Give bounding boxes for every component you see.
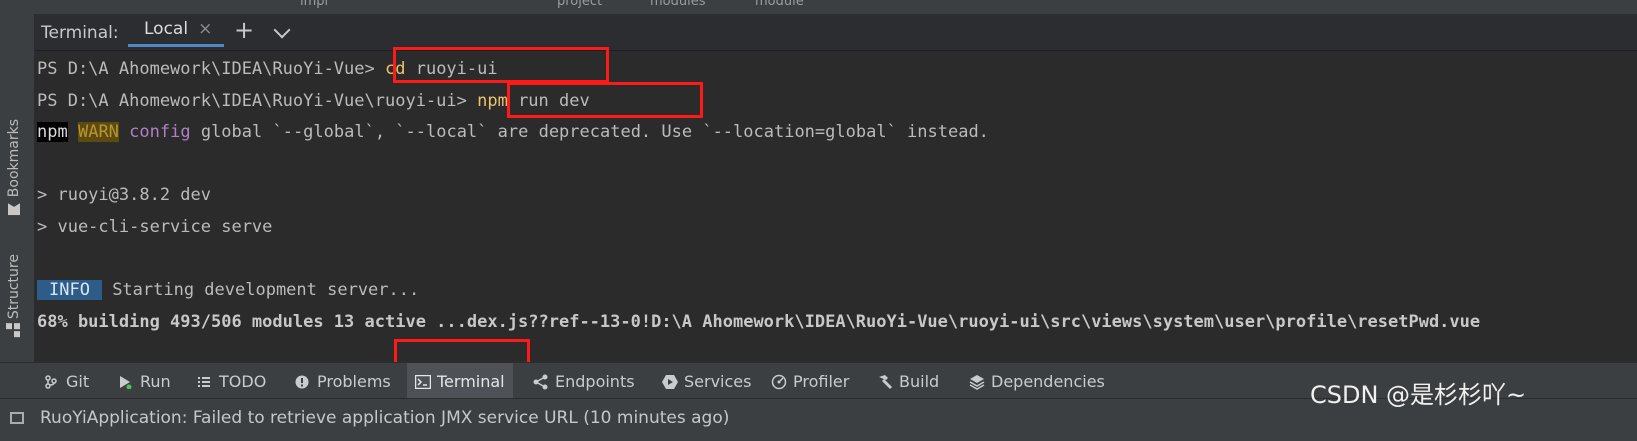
warning-message: global `--global`, `--local` are depreca… [190,122,989,142]
breadcrumb-project[interactable]: project [557,0,602,9]
tab-local[interactable]: Local × [128,14,224,47]
tool-problems-label: Problems [317,371,391,391]
tool-run-label: Run [140,371,171,391]
bookmarks-tab[interactable]: Bookmarks [6,119,22,215]
info-message: Starting development server... [101,280,420,300]
tool-todo-button[interactable]: TODO [197,363,266,399]
prompt-text: PS D:\A Ahomework\IDEA\RuoYi-Vue> [37,59,385,79]
npm-label: npm [37,122,68,142]
status-message[interactable]: RuoYiApplication: Failed to retrieve app… [40,408,729,428]
breadcrumb-impl[interactable]: impl [300,0,328,9]
tool-problems-button[interactable]: Problems [295,363,391,399]
terminal-icon [414,374,432,390]
tool-terminal-button[interactable]: Terminal [407,363,513,399]
terminal-output[interactable]: PS D:\A Ahomework\IDEA\RuoYi-Vue> cd ruo… [35,51,1637,361]
tool-dependencies-label: Dependencies [991,371,1105,391]
editor-breadcrumb-strip: impl project modules module [0,0,1637,14]
tool-run-button[interactable]: Run [118,363,171,399]
terminal-line: PS D:\A Ahomework\IDEA\RuoYi-Vue> cd ruo… [37,57,498,81]
bookmarks-label: Bookmarks [6,119,22,198]
csdn-watermark: CSDN @是杉杉吖~ [1310,381,1527,409]
tool-services-label: Services [684,371,752,391]
dependencies-icon [969,374,985,390]
tool-git-label: Git [66,371,90,391]
run-icon [118,374,132,390]
structure-icon [6,323,20,338]
profiler-icon [771,374,787,390]
close-tab-icon[interactable]: × [198,20,212,38]
left-tool-strip: Bookmarks Structure [0,14,35,408]
tool-build-label: Build [899,371,940,391]
terminal-line: PS D:\A Ahomework\IDEA\RuoYi-Vue\ruoyi-u… [37,89,590,113]
build-progress-line: 68% building 493/506 modules 13 active .… [37,312,1481,332]
tool-profiler-button[interactable]: Profiler [771,363,849,399]
todo-list-icon [197,374,211,388]
problems-icon [295,374,309,389]
command-text: npm [477,91,508,111]
tool-git-button[interactable]: Git [44,363,89,399]
command-arg-text: run dev [507,91,590,111]
terminal-title: Terminal: [41,23,119,43]
tool-endpoints-button[interactable]: Endpoints [533,363,635,399]
terminal-line: npm WARN config global `--global`, `--lo… [37,120,989,144]
structure-label: Structure [6,254,22,320]
breadcrumb-modules[interactable]: modules [650,0,706,9]
terminal-line: > ruoyi@3.8.2 dev [37,185,211,205]
services-icon [662,374,678,389]
prompt-text: PS D:\A Ahomework\IDEA\RuoYi-Vue\ruoyi-u… [37,91,478,111]
tool-dependencies-button[interactable]: Dependencies [969,363,1105,399]
structure-tab[interactable]: Structure [6,254,22,338]
git-branch-icon [44,374,58,389]
tool-profiler-label: Profiler [793,371,850,391]
endpoints-icon [533,374,548,390]
breadcrumb-module[interactable]: module [755,0,804,9]
tool-todo-label: TODO [219,371,267,391]
info-badge: INFO [37,280,102,300]
terminal-line: INFO Starting development server... [37,278,419,302]
build-hammer-icon [877,374,892,389]
chevron-down-icon[interactable] [273,21,291,39]
command-text: cd [385,59,406,79]
command-arg-text: ruoyi-ui [405,59,498,79]
config-label: config [129,122,191,142]
tool-endpoints-label: Endpoints [555,371,635,391]
tool-terminal-label: Terminal [437,371,505,391]
warn-badge: WARN [77,122,119,142]
tab-local-label: Local [144,19,189,39]
new-terminal-tab-button[interactable]: + [234,18,254,42]
terminal-line: > vue-cli-service serve [37,217,273,237]
tool-build-button[interactable]: Build [877,363,939,399]
toggle-tool-windows-icon[interactable] [10,412,24,424]
bookmark-icon [8,203,20,215]
terminal-header: Terminal: Local × + [35,14,1637,51]
tool-services-button[interactable]: Services [662,363,751,399]
